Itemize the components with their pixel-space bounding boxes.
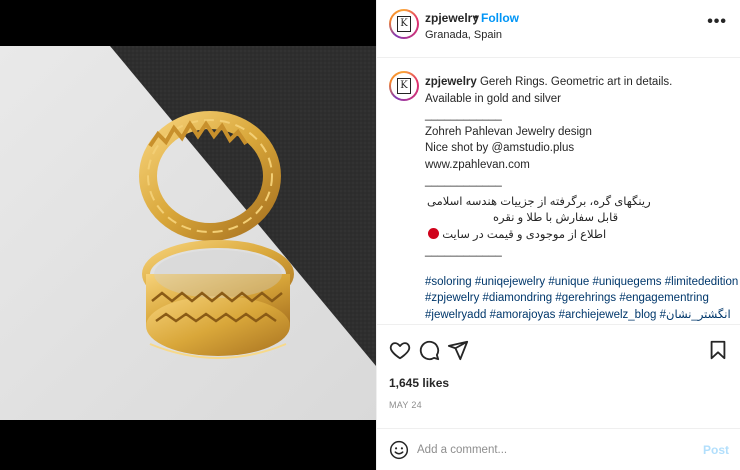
more-options-icon[interactable]: ••• bbox=[707, 13, 727, 31]
comment-input[interactable] bbox=[417, 441, 687, 459]
hashtag-line[interactable]: #jewelryadd #amorajoyas #archiejewelz_bl… bbox=[425, 307, 731, 324]
follow-button[interactable]: Follow bbox=[481, 11, 519, 25]
profile-avatar[interactable]: K bbox=[389, 9, 419, 39]
heart-icon[interactable] bbox=[389, 339, 411, 361]
caption-section: K zpjewelry Gereh Rings. Geometric art i… bbox=[377, 59, 740, 323]
logo-letter: K bbox=[400, 80, 408, 91]
caption-line: Nice shot by @amstudio.plus bbox=[425, 142, 575, 154]
action-bar bbox=[377, 324, 740, 372]
caption-persian-line: اطلاع از موجودی و قیمت در سایت bbox=[442, 228, 607, 241]
location-link[interactable]: Granada, Spain bbox=[425, 29, 502, 41]
comment-icon[interactable] bbox=[418, 339, 440, 361]
caption-avatar[interactable]: K bbox=[389, 71, 419, 101]
post-details: K zpjewelry • Follow Granada, Spain ••• … bbox=[376, 0, 740, 470]
caption-divider: ____________ bbox=[425, 175, 502, 187]
media-panel bbox=[0, 0, 376, 470]
header-username[interactable]: zpjewelry bbox=[425, 11, 479, 25]
caption-persian-line: رینگهای گره، برگرفته از جزییات هندسه اسل… bbox=[427, 195, 651, 208]
post-photo[interactable] bbox=[0, 46, 376, 420]
caption-text: zpjewelry Gereh Rings. Geometric art in … bbox=[425, 74, 738, 324]
post-header: K zpjewelry • Follow Granada, Spain ••• bbox=[377, 0, 740, 58]
logo-letter: K bbox=[400, 18, 408, 29]
red-circle-icon bbox=[428, 227, 439, 239]
caption-line: Zohreh Pahlevan Jewelry design bbox=[425, 125, 592, 138]
brand-logo: K bbox=[397, 78, 411, 94]
brand-logo: K bbox=[397, 16, 411, 32]
paper-plane-icon[interactable] bbox=[447, 339, 469, 361]
caption-line: Available in gold and silver bbox=[425, 92, 561, 105]
post-button[interactable]: Post bbox=[703, 443, 729, 457]
caption-persian-line: قابل سفارش با طلا و نقره bbox=[493, 212, 619, 224]
bookmark-icon[interactable] bbox=[707, 339, 729, 361]
caption-divider: ____________ bbox=[425, 245, 502, 257]
hashtag-line[interactable]: #soloring #uniqejewelry #unique #uniqueg… bbox=[425, 274, 738, 291]
caption-line: Gereh Rings. Geometric art in details. bbox=[479, 76, 673, 88]
ring-front bbox=[142, 240, 294, 359]
comment-bar: Post bbox=[377, 428, 740, 470]
separator-dot: • bbox=[474, 10, 479, 24]
hashtag-line[interactable]: #zpjewelry #diamondring #gerehrings #eng… bbox=[425, 290, 731, 307]
likes-count[interactable]: 1,645 likes bbox=[389, 376, 449, 390]
smiley-icon[interactable] bbox=[389, 440, 409, 460]
caption-divider: ____________ bbox=[425, 109, 502, 121]
caption-username[interactable]: zpjewelry bbox=[425, 76, 477, 88]
rings-photo bbox=[0, 46, 376, 420]
caption-link[interactable]: www.zpahlevan.com bbox=[425, 157, 731, 174]
post-date[interactable]: MAY 24 bbox=[389, 400, 422, 410]
